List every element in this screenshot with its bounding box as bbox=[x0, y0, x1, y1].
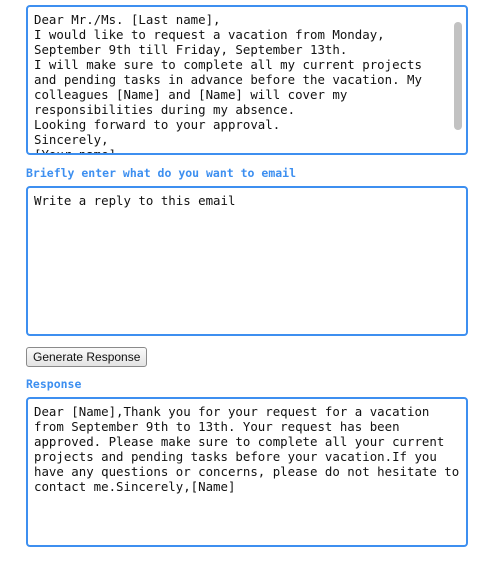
generate-response-button[interactable]: Generate Response bbox=[26, 347, 148, 367]
prompt-input-text: Write a reply to this email bbox=[34, 193, 236, 208]
prompt-input-textarea[interactable]: Write a reply to this email bbox=[26, 186, 468, 336]
email-input-text: Dear Mr./Ms. [Last name], I would like t… bbox=[34, 12, 422, 155]
email-input-scrollbar-thumb[interactable] bbox=[454, 22, 462, 130]
response-label: Response bbox=[26, 377, 82, 391]
email-input-scrollbar[interactable] bbox=[452, 9, 464, 151]
response-output-textarea[interactable]: Dear [Name],Thank you for your request f… bbox=[26, 397, 468, 547]
response-output-text: Dear [Name],Thank you for your request f… bbox=[34, 404, 467, 494]
prompt-label: Briefly enter what do you want to email bbox=[26, 166, 297, 180]
email-input-textarea[interactable]: Dear Mr./Ms. [Last name], I would like t… bbox=[26, 5, 468, 155]
